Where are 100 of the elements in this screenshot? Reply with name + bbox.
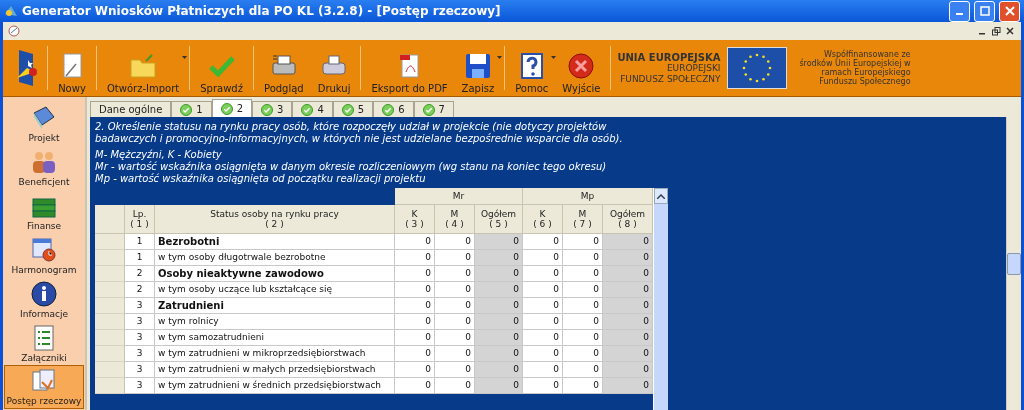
input-cell[interactable]: 0 <box>523 298 563 314</box>
input-cell[interactable]: 0 <box>435 250 475 266</box>
input-cell[interactable]: 0 <box>523 282 563 298</box>
input-cell[interactable]: 0 <box>563 298 603 314</box>
row-header[interactable] <box>95 362 125 378</box>
table-cell: 0 <box>603 378 653 394</box>
input-cell[interactable]: 0 <box>435 234 475 250</box>
input-cell[interactable]: 0 <box>563 330 603 346</box>
input-cell[interactable]: 0 <box>563 234 603 250</box>
input-cell[interactable]: 0 <box>523 330 563 346</box>
row-header[interactable] <box>95 234 125 250</box>
toolbar-button[interactable]: Wyjście <box>558 42 605 94</box>
row-header[interactable] <box>95 346 125 362</box>
table-cell: w tym samozatrudnieni <box>155 330 395 346</box>
input-cell[interactable]: 0 <box>523 266 563 282</box>
input-cell[interactable]: 0 <box>435 378 475 394</box>
minimize-icon <box>956 13 963 15</box>
minimize-button[interactable] <box>949 0 970 22</box>
tab[interactable]: 6 <box>373 101 414 117</box>
toolbar-button[interactable]: Zapisz <box>457 42 499 94</box>
input-cell[interactable]: 0 <box>395 362 435 378</box>
sidebar-item[interactable]: Finanse <box>4 189 84 233</box>
toolbar-button[interactable]: Pomoc <box>511 42 553 94</box>
tab[interactable]: 5 <box>332 101 374 117</box>
group-header: Mp <box>523 188 653 205</box>
app-icon <box>4 4 18 18</box>
input-cell[interactable]: 0 <box>563 346 603 362</box>
row-header[interactable] <box>95 282 125 298</box>
maximize-button[interactable] <box>974 0 995 22</box>
input-cell[interactable]: 0 <box>563 282 603 298</box>
sidebar-item[interactable]: Beneficjent <box>4 145 84 189</box>
tab[interactable]: 7 <box>413 101 454 117</box>
sidebar-item[interactable]: Informacje <box>4 277 84 321</box>
row-header[interactable] <box>95 250 125 266</box>
tab[interactable]: 1 <box>171 101 212 117</box>
table-cell: 0 <box>475 298 523 314</box>
tab[interactable]: 2 <box>211 99 253 117</box>
input-cell[interactable]: 0 <box>395 346 435 362</box>
input-cell[interactable]: 0 <box>523 346 563 362</box>
close-button[interactable] <box>999 0 1020 22</box>
row-header[interactable] <box>95 266 125 282</box>
toolbar-button[interactable]: Nowy <box>54 42 90 94</box>
column-header: K ( 6 ) <box>523 205 563 234</box>
table-cell: 0 <box>603 234 653 250</box>
input-cell[interactable]: 0 <box>563 362 603 378</box>
input-cell[interactable]: 0 <box>395 250 435 266</box>
row-header[interactable] <box>95 330 125 346</box>
input-cell[interactable]: 0 <box>563 378 603 394</box>
exit-icon <box>567 52 596 80</box>
table-cell: 3 <box>125 314 155 330</box>
table-cell: 3 <box>125 298 155 314</box>
toolbar-button[interactable]: Sprawdź <box>196 42 247 94</box>
restore-icon[interactable] <box>989 24 1003 38</box>
sidebar-item[interactable]: Harmonogram <box>4 233 84 277</box>
scrollbar[interactable] <box>1006 117 1021 410</box>
toolbar-button[interactable]: Drukuj <box>313 42 355 94</box>
scroll-thumb[interactable] <box>1007 252 1021 275</box>
input-cell[interactable]: 0 <box>523 378 563 394</box>
table-cell: Zatrudnieni <box>155 298 395 314</box>
toolbar-button[interactable]: Podgląd <box>259 42 308 94</box>
input-cell[interactable]: 0 <box>435 282 475 298</box>
tab[interactable]: 3 <box>252 101 293 117</box>
tab[interactable]: Dane ogólne <box>90 101 172 117</box>
row-header[interactable] <box>95 314 125 330</box>
input-cell[interactable]: 0 <box>395 314 435 330</box>
documents-icon <box>30 368 58 394</box>
tab[interactable]: 4 <box>292 101 333 117</box>
input-cell[interactable]: 0 <box>395 282 435 298</box>
input-cell[interactable]: 0 <box>435 362 475 378</box>
input-cell[interactable]: 0 <box>523 362 563 378</box>
input-cell[interactable]: 0 <box>435 346 475 362</box>
input-cell[interactable]: 0 <box>435 266 475 282</box>
input-cell[interactable]: 0 <box>523 314 563 330</box>
input-cell[interactable]: 0 <box>395 330 435 346</box>
section-description: 2. Określenie statusu na rynku pracy osób, które rozpoczęły udział w projekcie (nie dotyczy projektów badawczych i promocyjno-informacyjnych, w których nie jest udzielane bezpośrednie wsparcie dla osób). <box>95 121 624 145</box>
input-cell[interactable]: 0 <box>395 234 435 250</box>
toolbar-button[interactable]: Otwórz-Import <box>103 42 184 94</box>
sidebar-item[interactable]: Załączniki <box>4 321 84 365</box>
sidebar-item[interactable]: Postęp rzeczowy <box>4 365 84 409</box>
sidebar-item[interactable]: Projekt <box>4 101 84 145</box>
input-cell[interactable]: 0 <box>563 266 603 282</box>
input-cell[interactable]: 0 <box>563 314 603 330</box>
input-cell[interactable]: 0 <box>435 298 475 314</box>
toolbar-button[interactable]: Eksport do PDF <box>367 42 452 94</box>
input-cell[interactable]: 0 <box>395 298 435 314</box>
input-cell[interactable]: 0 <box>435 330 475 346</box>
check-icon <box>220 102 233 115</box>
input-cell[interactable]: 0 <box>395 378 435 394</box>
table-cell: 0 <box>603 362 653 378</box>
scroll-up-icon[interactable] <box>654 188 668 204</box>
table-cell: 3 <box>125 330 155 346</box>
row-header[interactable] <box>95 298 125 314</box>
window-title: Generator Wniosków Płatniczych dla PO KL (3.2.8) - [Postęp rzeczowy] <box>22 4 502 18</box>
row-header[interactable] <box>95 378 125 394</box>
input-cell[interactable]: 0 <box>395 266 435 282</box>
document-menu-icon[interactable] <box>7 24 21 38</box>
input-cell[interactable]: 0 <box>523 250 563 266</box>
input-cell[interactable]: 0 <box>435 314 475 330</box>
input-cell[interactable]: 0 <box>523 234 563 250</box>
input-cell[interactable]: 0 <box>563 250 603 266</box>
